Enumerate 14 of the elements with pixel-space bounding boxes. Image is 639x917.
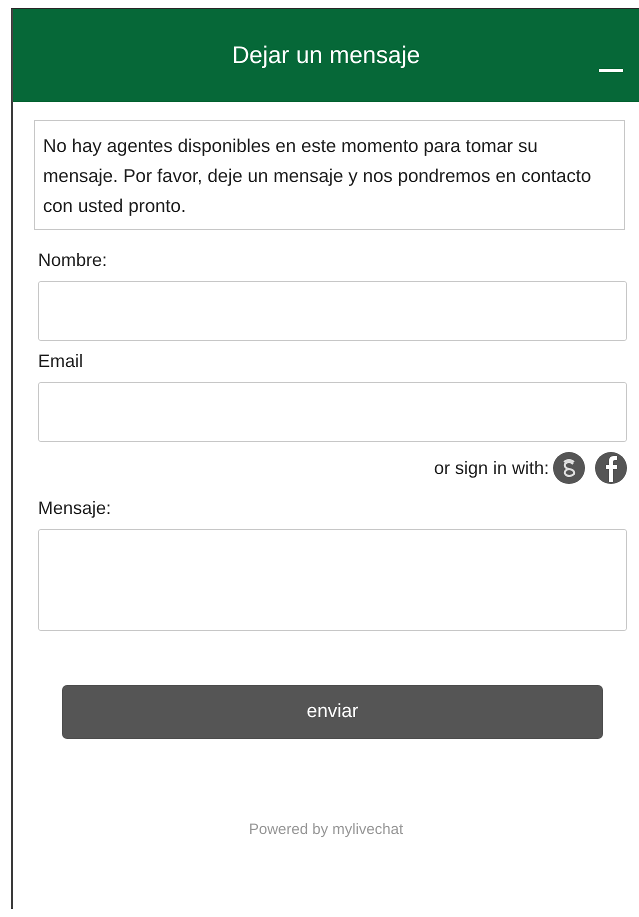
- input-field[interactable]: [38, 281, 627, 341]
- sign-in-label: or sign in with:: [434, 458, 549, 478]
- powered-by-text: Powered by mylivechat: [248, 821, 404, 838]
- notice-text: No hay agentes disponibles en este momento para tomar su mensaje. Por favor, deje un mensaje y nos pondremos en contacto con usted pronto.: [34, 120, 625, 230]
- google-icon[interactable]: [553, 452, 585, 484]
- field-label: Mensaje:: [38, 498, 112, 519]
- field-label: Email: [38, 351, 84, 372]
- input-field[interactable]: [38, 382, 627, 442]
- field-label: Nombre:: [38, 250, 108, 271]
- minimize-icon[interactable]: [599, 69, 623, 73]
- send-button[interactable]: enviar: [62, 685, 603, 739]
- message-field[interactable]: [38, 529, 627, 631]
- facebook-icon[interactable]: [595, 452, 627, 484]
- header-title: Dejar un mensaje: [232, 42, 420, 70]
